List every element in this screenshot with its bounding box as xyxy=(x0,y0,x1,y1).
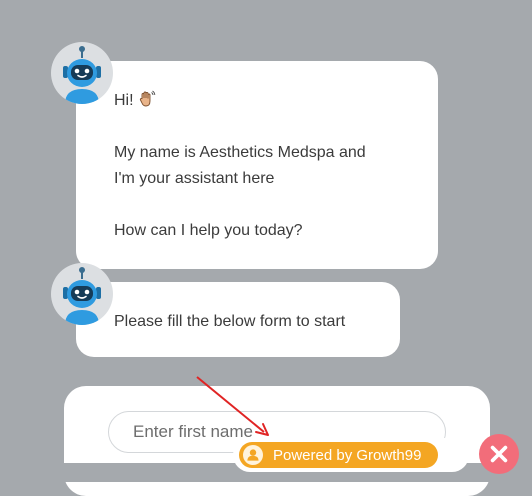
message-line: I'm your assistant here xyxy=(114,170,275,187)
message-line: Please fill the below form to start xyxy=(114,313,346,330)
powered-by-badge[interactable]: Powered by Growth99 xyxy=(233,438,469,472)
bot-avatar xyxy=(51,263,113,325)
powered-by-pill[interactable]: Powered by Growth99 xyxy=(239,442,438,468)
message-line: How can I help you today? xyxy=(114,222,303,239)
powered-by-label: Powered by Growth99 xyxy=(273,446,422,464)
close-icon xyxy=(490,445,508,463)
robot-icon xyxy=(63,46,101,104)
waving-hand-icon xyxy=(138,90,156,108)
greeting-text: Hi! xyxy=(114,92,134,109)
message-line: My name is Aesthetics Medspa and xyxy=(114,144,366,161)
close-chat-button[interactable] xyxy=(479,434,519,474)
growth99-logo-icon xyxy=(243,445,263,465)
chat-message-form-prompt: Please fill the below form to start xyxy=(76,282,400,357)
bot-avatar xyxy=(51,42,113,104)
chat-message-greeting: Hi! My name is Aesthetics Medspa and I'm… xyxy=(76,61,438,269)
robot-icon xyxy=(63,267,101,325)
